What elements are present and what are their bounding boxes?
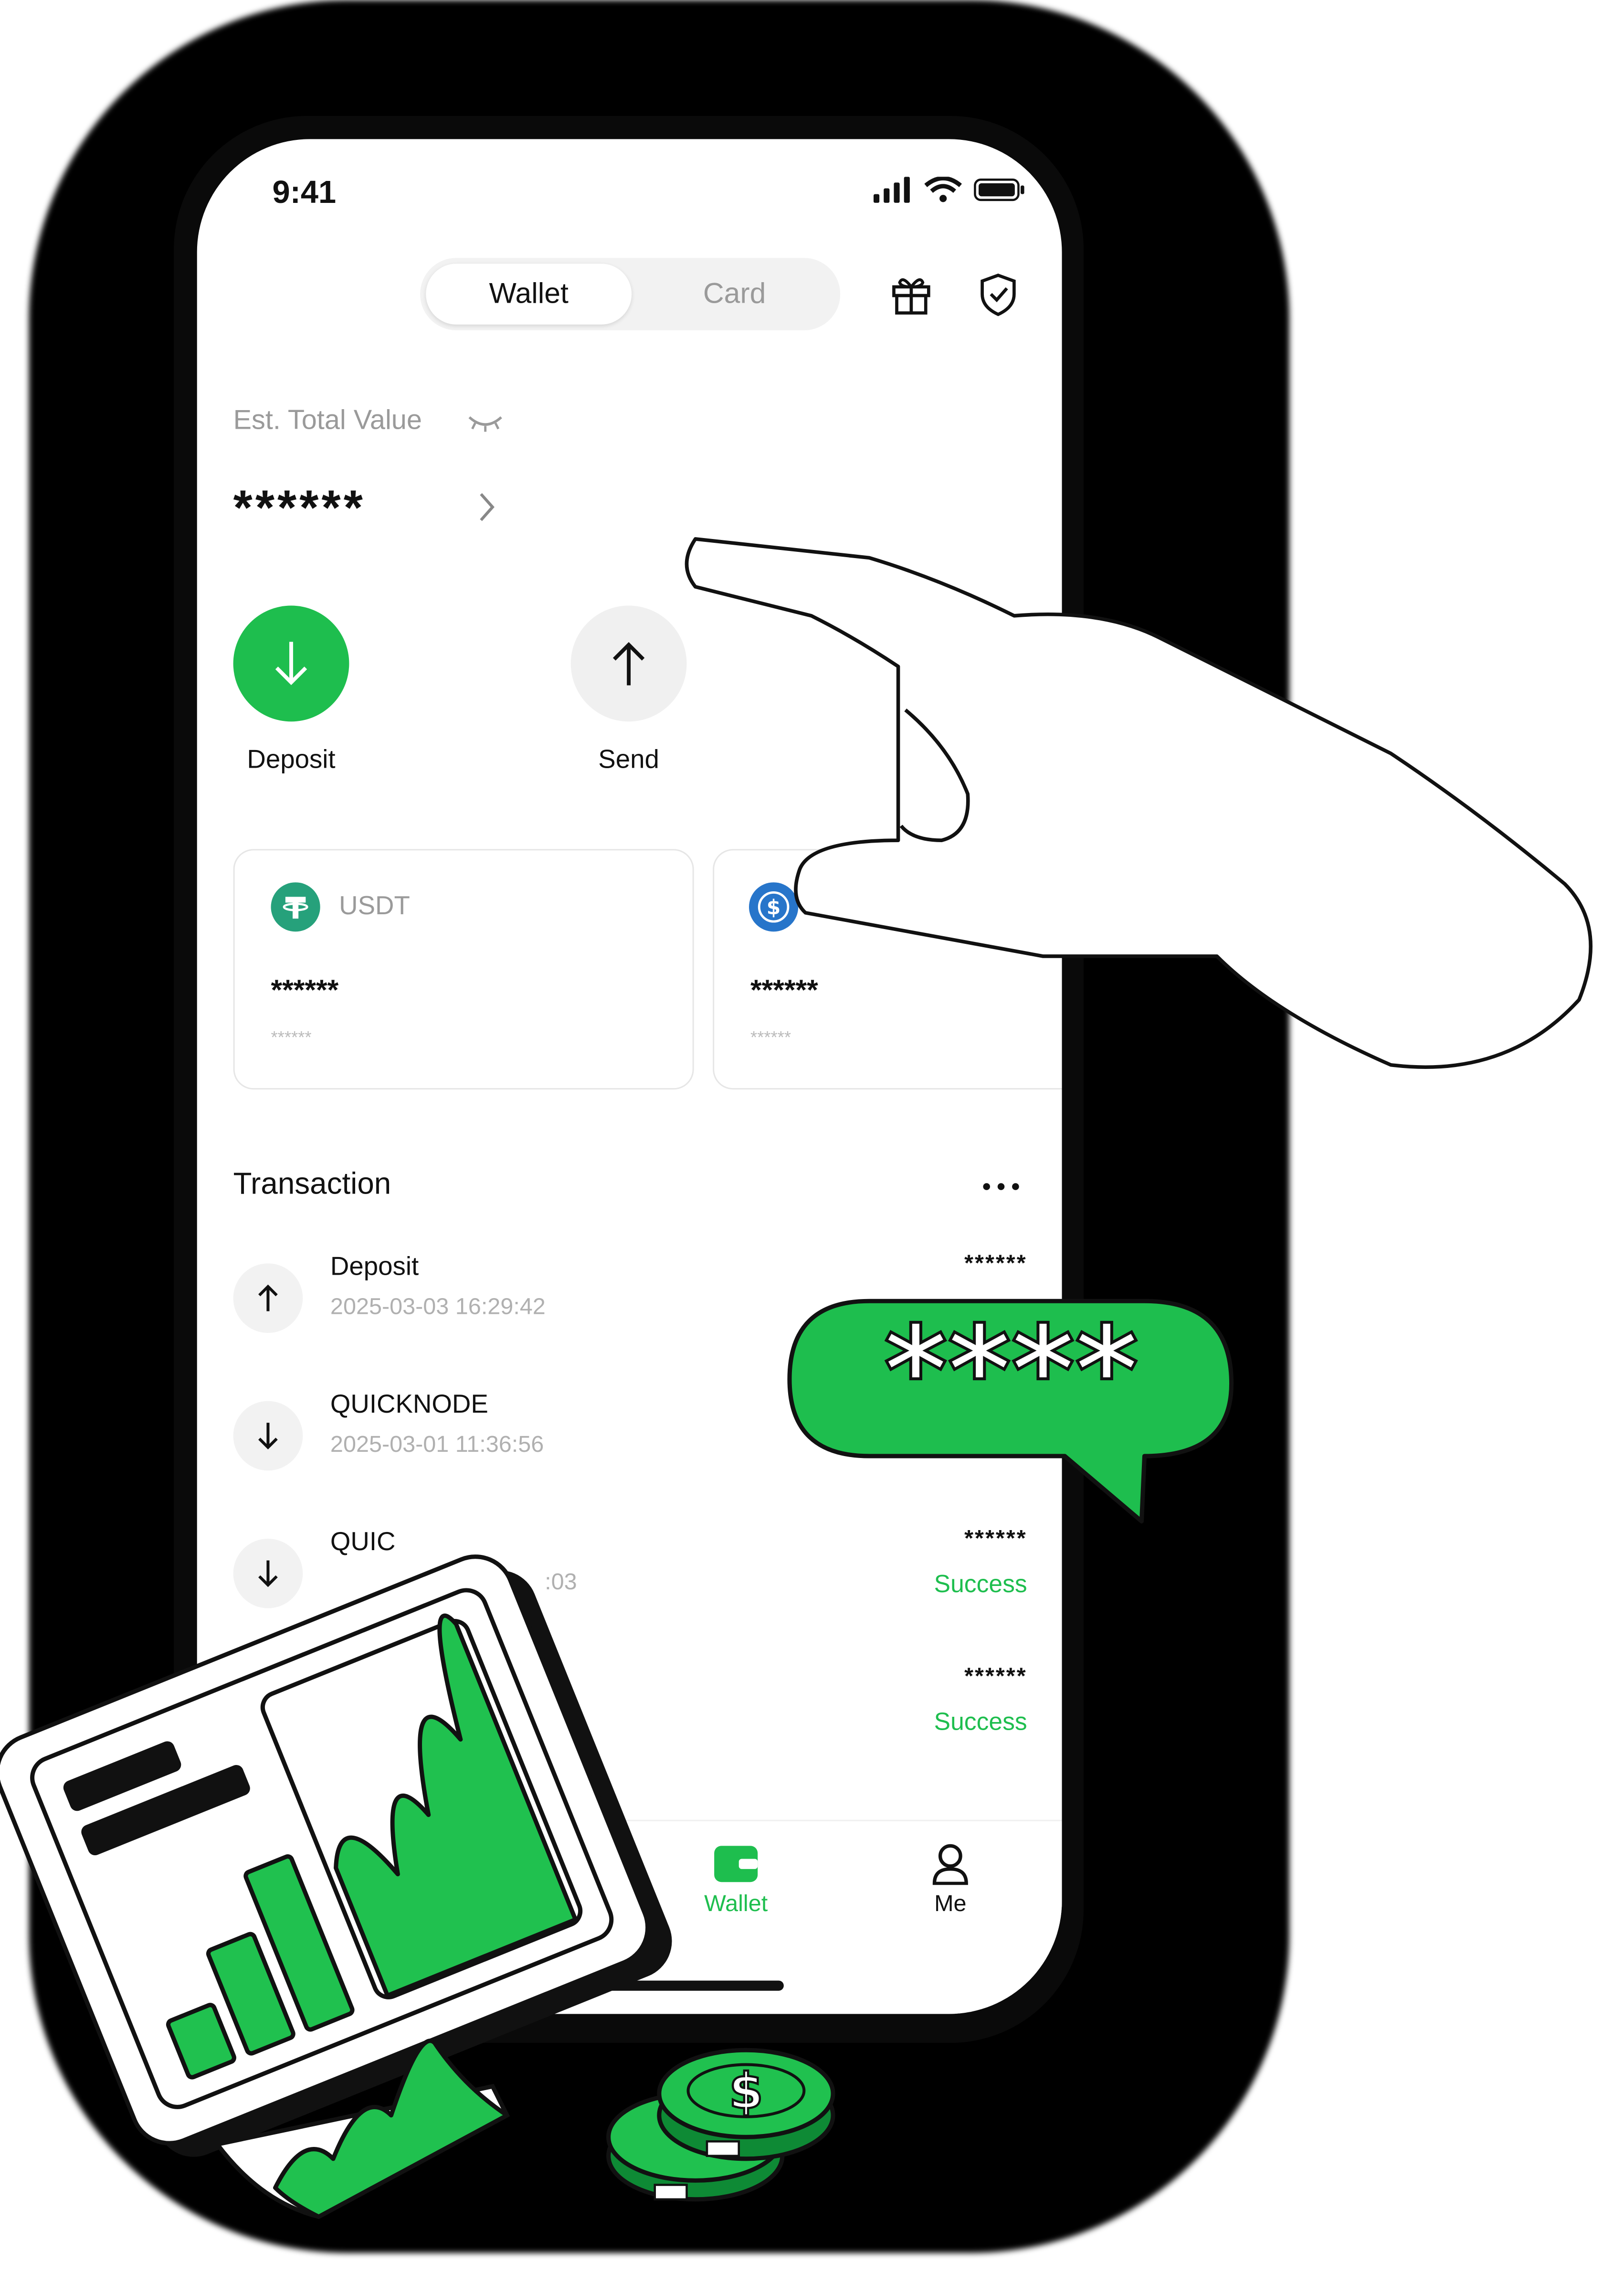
tab-bar-wallet-label: Wallet xyxy=(704,1892,768,1917)
status-time: 9:41 xyxy=(272,174,337,211)
battery-icon xyxy=(974,179,1024,201)
wifi-icon xyxy=(924,177,962,202)
tx-status: Success xyxy=(934,1570,1027,1598)
tab-card[interactable]: Card xyxy=(632,264,837,324)
tx-date: 2025-03-03 16:29:42 xyxy=(330,1295,546,1320)
total-value-label: Est. Total Value xyxy=(233,405,422,436)
asset-card-usdc[interactable]: $ ****** ****** xyxy=(713,849,1062,1090)
transaction-row[interactable]: QUICKNODE 2025-03-01 11:36:56 xyxy=(233,1389,1027,1505)
send-label: Send xyxy=(598,744,659,774)
asset-card-usdt[interactable]: USDT ****** ****** xyxy=(233,849,694,1090)
wallet-card-switch: Wallet Card xyxy=(420,258,841,330)
asset-amount: ****** xyxy=(271,975,339,1007)
tx-name: Deposit xyxy=(330,1252,419,1281)
tether-icon xyxy=(271,882,320,932)
arrow-down-icon xyxy=(233,1401,303,1471)
gift-icon[interactable] xyxy=(886,269,936,318)
tx-amount: ****** xyxy=(964,1664,1027,1690)
tx-date: :03 xyxy=(545,1570,577,1596)
eye-closed-icon[interactable] xyxy=(466,412,504,435)
deposit-action[interactable]: Deposit xyxy=(211,605,371,775)
arrow-up-icon xyxy=(233,1263,303,1333)
person-icon xyxy=(932,1844,968,1885)
asset-amount: ****** xyxy=(750,975,818,1007)
tab-wallet[interactable]: Wallet xyxy=(426,264,632,325)
total-value-amount: ****** xyxy=(233,481,366,536)
tx-name: QUICKNODE xyxy=(330,1389,488,1419)
signal-icon xyxy=(873,177,910,203)
chevron-right-icon[interactable] xyxy=(475,490,498,525)
home-indicator xyxy=(475,1980,784,1991)
tx-amount: ****** xyxy=(964,1527,1027,1552)
app-screen: 9:41 Wallet Card Est. Total Value ******… xyxy=(197,139,1062,2014)
arrow-up-icon xyxy=(570,605,687,722)
shield-check-icon[interactable] xyxy=(973,269,1023,318)
transaction-row[interactable]: QUIC :03 ****** Success xyxy=(233,1527,1027,1643)
tab-bar-me[interactable]: Me xyxy=(885,1841,1015,1918)
asset-subvalue: ****** xyxy=(271,1027,312,1048)
wallet-icon xyxy=(714,1846,758,1882)
deposit-label: Deposit xyxy=(247,744,336,774)
transaction-row[interactable]: ****** Success xyxy=(233,1665,1027,1781)
tx-status: Success xyxy=(934,1708,1027,1736)
asset-subvalue: ****** xyxy=(750,1027,791,1048)
arrow-down-icon xyxy=(233,605,349,722)
status-icons xyxy=(872,177,1026,203)
usdc-icon: $ xyxy=(749,882,799,932)
transaction-title: Transaction xyxy=(233,1168,391,1201)
more-icon[interactable] xyxy=(980,1179,1023,1194)
arrow-down-icon xyxy=(233,1538,303,1608)
tx-amount: ****** xyxy=(964,1252,1027,1277)
tx-name: QUIC xyxy=(330,1527,396,1556)
tab-bar-me-label: Me xyxy=(934,1892,967,1917)
transaction-row[interactable]: Deposit 2025-03-03 16:29:42 ****** xyxy=(233,1252,1027,1368)
send-action[interactable]: Send xyxy=(549,605,708,775)
svg-text:$: $ xyxy=(767,896,781,919)
tab-bar-wallet[interactable]: Wallet xyxy=(671,1841,801,1918)
tx-date: 2025-03-01 11:36:56 xyxy=(330,1433,544,1458)
asset-symbol: USDT xyxy=(339,891,410,920)
